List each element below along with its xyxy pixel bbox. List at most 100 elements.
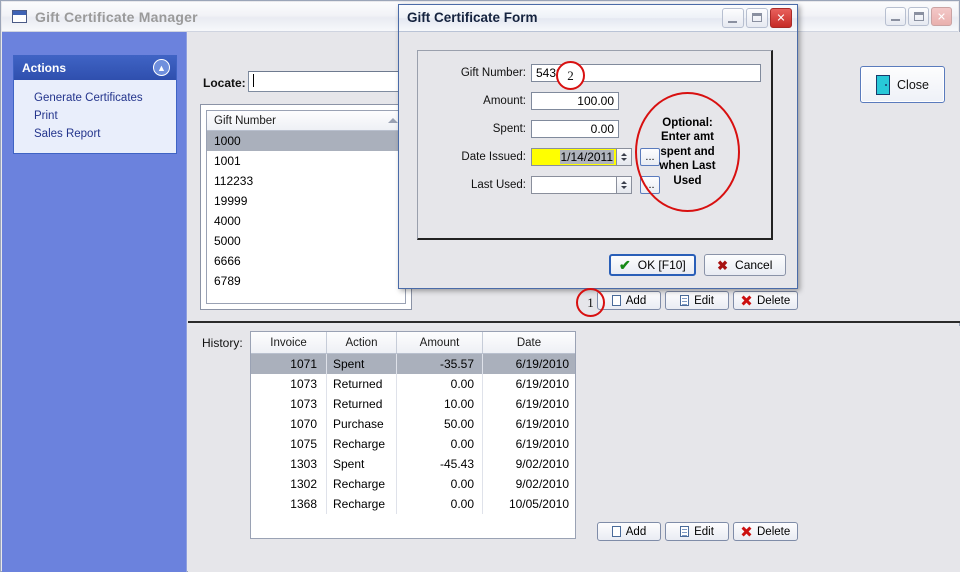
date-issued-stepper[interactable] [617, 148, 632, 166]
delete-button[interactable]: Delete [733, 291, 799, 310]
maximize-button[interactable] [908, 7, 929, 26]
gift-number-column-header[interactable]: Gift Number [207, 111, 405, 131]
edit-button[interactable]: Edit [665, 291, 729, 310]
cell-amount: 0.00 [397, 374, 483, 394]
last-used-field[interactable] [531, 176, 617, 194]
list-item[interactable]: 1000 [207, 131, 405, 151]
column-header-invoice[interactable]: Invoice [251, 332, 327, 353]
edit-page-icon [680, 526, 690, 537]
ok-button-label: OK [F10] [637, 258, 686, 272]
list-item[interactable]: 19999 [207, 191, 405, 211]
list-item[interactable]: 6789 [207, 271, 405, 291]
list-item[interactable]: 1001 [207, 151, 405, 171]
cell-amount: 10.00 [397, 394, 483, 414]
table-row[interactable]: 1302 Recharge 0.00 9/02/2010 [251, 474, 575, 494]
table-row[interactable]: 1368 Recharge 0.00 10/05/2010 [251, 494, 575, 514]
ellipsis-icon: ... [645, 151, 655, 163]
list-item-label: 6789 [214, 274, 241, 288]
cell-amount: 0.00 [397, 494, 483, 514]
column-header-amount[interactable]: Amount [397, 332, 483, 353]
cell-amount: -45.43 [397, 454, 483, 474]
new-page-icon [611, 526, 621, 537]
list-item[interactable]: 6666 [207, 251, 405, 271]
date-issued-picker-button[interactable]: ... [640, 148, 660, 166]
table-row[interactable]: 1075 Recharge 0.00 6/19/2010 [251, 434, 575, 454]
dialog-title: Gift Certificate Form [407, 10, 538, 25]
actions-panel: Actions ▲ Generate Certificates Print Sa… [13, 55, 177, 154]
date-issued-field[interactable]: 1/14/2011 [531, 148, 617, 166]
history-edit-button[interactable]: Edit [665, 522, 729, 541]
history-grid[interactable]: Invoice Action Amount Date 1071 Spent -3… [250, 331, 576, 539]
column-header-label: Gift Number [214, 114, 276, 127]
actions-panel-header: Actions ▲ [14, 56, 176, 80]
history-delete-button[interactable]: Delete [733, 522, 799, 541]
close-button-label: Close [897, 77, 929, 92]
dialog-body: Gift Number: 54321 Amount: 100.00 Spent:… [399, 32, 797, 289]
cell-invoice: 1302 [251, 474, 327, 494]
cell-date: 6/19/2010 [515, 377, 569, 391]
table-row[interactable]: 1071 Spent -35.57 6/19/2010 [251, 354, 575, 374]
close-window-button[interactable]: ✕ [931, 7, 952, 26]
gift-number-field[interactable]: 54321 [531, 64, 761, 82]
sidebar-item-generate-certificates[interactable]: Generate Certificates [14, 89, 176, 107]
table-row[interactable]: 1073 Returned 0.00 6/19/2010 [251, 374, 575, 394]
spent-value: 0.00 [590, 122, 614, 136]
column-header-action[interactable]: Action [327, 332, 397, 353]
list-item-label: 1000 [214, 134, 241, 148]
history-add-button[interactable]: Add [597, 522, 661, 541]
column-header-date[interactable]: Date [483, 332, 575, 353]
cancel-button[interactable]: ✖ Cancel [703, 254, 786, 276]
spent-field[interactable]: 0.00 [531, 120, 619, 138]
cell-action: Returned [327, 374, 397, 394]
delete-x-icon [741, 295, 752, 306]
table-row[interactable]: 1073 Returned 10.00 6/19/2010 [251, 394, 575, 414]
minimize-button[interactable] [885, 7, 906, 26]
cell-invoice: 1070 [251, 414, 327, 434]
dialog-close-button[interactable]: ✕ [770, 8, 792, 28]
table-row[interactable]: 1070 Purchase 50.00 6/19/2010 [251, 414, 575, 434]
amount-label: Amount: [483, 95, 526, 107]
sidebar: Actions ▲ Generate Certificates Print Sa… [2, 32, 187, 572]
cell-action: Spent [327, 454, 397, 474]
cell-action: Recharge [327, 474, 397, 494]
last-used-stepper[interactable] [617, 176, 632, 194]
cell-invoice: 1073 [251, 394, 327, 414]
new-page-icon [611, 295, 621, 306]
cell-action: Purchase [327, 414, 397, 434]
last-used-picker-button[interactable]: ... [640, 176, 660, 194]
gift-number-value: 54321 [536, 66, 570, 80]
list-item[interactable]: 5000 [207, 231, 405, 251]
cell-amount: 0.00 [397, 474, 483, 494]
main-window-title: Gift Certificate Manager [35, 9, 198, 25]
dialog-maximize-button[interactable] [746, 8, 768, 28]
close-icon: ✕ [776, 11, 786, 25]
spent-label: Spent: [492, 123, 526, 135]
delete-button-label: Delete [757, 294, 791, 307]
cell-date: 6/19/2010 [515, 397, 569, 411]
sidebar-item-print[interactable]: Print [14, 107, 176, 125]
cell-action: Recharge [327, 494, 397, 514]
actions-panel-title: Actions [22, 61, 67, 75]
ok-button[interactable]: ✔ OK [F10] [609, 254, 696, 276]
amount-field[interactable]: 100.00 [531, 92, 619, 110]
add-button-label: Add [625, 294, 647, 307]
add-button-label: Add [625, 525, 647, 538]
gift-certificate-form-dialog: Gift Certificate Form ✕ Gift Number: 543… [398, 4, 798, 289]
list-item[interactable]: 112233 [207, 171, 405, 191]
list-item[interactable]: 4000 [207, 211, 405, 231]
close-button[interactable]: Close [860, 66, 945, 103]
list-item-label: 1001 [214, 154, 241, 168]
gift-number-grid[interactable]: Gift Number 1000 1001 112233 19999 4000 … [206, 110, 406, 304]
cell-date: 6/19/2010 [515, 357, 569, 371]
edit-button-label: Edit [694, 525, 714, 538]
cell-date: 6/19/2010 [515, 417, 569, 431]
checkmark-icon: ✔ [619, 257, 631, 273]
cell-invoice: 1071 [251, 354, 327, 374]
chevrons-up-icon[interactable]: ▲ [153, 59, 170, 76]
table-row[interactable]: 1303 Spent -45.43 9/02/2010 [251, 454, 575, 474]
cell-amount: -35.57 [397, 354, 483, 374]
add-button[interactable]: Add [597, 291, 661, 310]
dialog-minimize-button[interactable] [722, 8, 744, 28]
cell-invoice: 1368 [251, 494, 327, 514]
sidebar-item-sales-report[interactable]: Sales Report [14, 125, 176, 143]
